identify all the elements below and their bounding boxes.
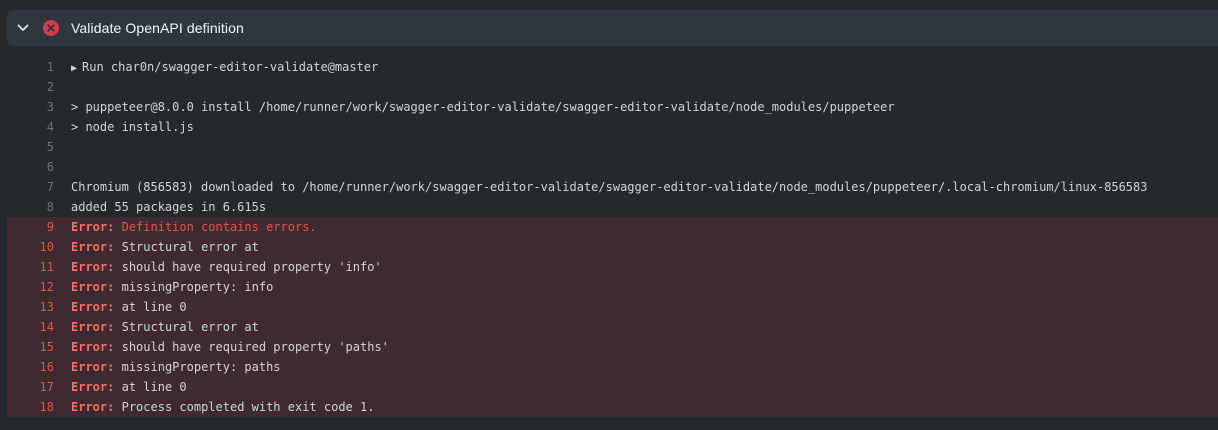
- line-number[interactable]: 9: [7, 217, 54, 237]
- error-prefix: Error:: [71, 380, 115, 394]
- error-message: should have required property 'info': [121, 260, 382, 274]
- line-number[interactable]: 17: [7, 377, 54, 397]
- chevron-down-icon[interactable]: [16, 21, 30, 35]
- error-line: 9 Error: Definition contains errors.: [7, 217, 1218, 237]
- line-number[interactable]: 8: [7, 197, 54, 217]
- error-prefix: Error:: [71, 260, 115, 274]
- error-prefix: Error:: [71, 400, 115, 414]
- line-number[interactable]: 11: [7, 257, 54, 277]
- error-message: Structural error at: [121, 240, 259, 254]
- log-line: 2: [7, 77, 1218, 97]
- error-line: 16 Error: missingProperty: paths: [7, 357, 1218, 377]
- error-line: 15 Error: should have required property …: [7, 337, 1218, 357]
- failed-status-icon: [43, 20, 59, 36]
- error-line: 10 Error: Structural error at: [7, 237, 1218, 257]
- error-prefix: Error:: [71, 280, 115, 294]
- line-number[interactable]: 15: [7, 337, 54, 357]
- error-prefix: Error:: [71, 360, 115, 374]
- log-line[interactable]: 1 ▶ Run char0n/swagger-editor-validate@ma…: [7, 57, 1218, 77]
- line-number[interactable]: 4: [7, 117, 54, 137]
- step-title: Validate OpenAPI definition: [71, 20, 244, 36]
- log-text: > node install.js: [71, 120, 194, 134]
- error-prefix: Error:: [71, 220, 115, 234]
- log-line: 7 Chromium (856583) downloaded to /home/…: [7, 177, 1218, 197]
- error-message: missingProperty: info: [121, 280, 274, 294]
- line-number[interactable]: 5: [7, 137, 54, 157]
- line-number[interactable]: 13: [7, 297, 54, 317]
- log-text: added 55 packages in 6.615s: [71, 200, 267, 214]
- line-number[interactable]: 1: [7, 57, 54, 77]
- error-prefix: Error:: [71, 340, 115, 354]
- error-message: Structural error at: [121, 320, 259, 334]
- error-message: should have required property 'paths': [121, 340, 389, 354]
- log-line: 3 > puppeteer@8.0.0 install /home/runner…: [7, 97, 1218, 117]
- error-message: at line 0: [121, 300, 187, 314]
- error-prefix: Error:: [71, 320, 115, 334]
- log-line: 6: [7, 157, 1218, 177]
- line-number[interactable]: 14: [7, 317, 54, 337]
- error-message: Definition contains errors.: [121, 220, 317, 234]
- line-number[interactable]: 10: [7, 237, 54, 257]
- log-text: > puppeteer@8.0.0 install /home/runner/w…: [71, 100, 895, 114]
- line-number[interactable]: 3: [7, 97, 54, 117]
- expand-caret-icon[interactable]: ▶: [71, 63, 77, 74]
- line-number[interactable]: 2: [7, 77, 54, 97]
- error-prefix: Error:: [71, 240, 115, 254]
- line-number[interactable]: 6: [7, 157, 54, 177]
- log-line: 5: [7, 137, 1218, 157]
- log-text: Chromium (856583) downloaded to /home/ru…: [71, 180, 1148, 194]
- log-line: 4 > node install.js: [7, 117, 1218, 137]
- line-number[interactable]: 18: [7, 397, 54, 417]
- error-line: 18 Error: Process completed with exit co…: [7, 397, 1218, 417]
- step-header[interactable]: Validate OpenAPI definition: [7, 10, 1218, 46]
- log-output: 1 ▶ Run char0n/swagger-editor-validate@ma…: [7, 57, 1218, 417]
- error-line: 17 Error: at line 0: [7, 377, 1218, 397]
- error-line: 14 Error: Structural error at: [7, 317, 1218, 337]
- line-number[interactable]: 16: [7, 357, 54, 377]
- log-line: 8 added 55 packages in 6.615s: [7, 197, 1218, 217]
- error-message: at line 0: [121, 380, 187, 394]
- log-text: Run char0n/swagger-editor-validate@maste…: [82, 60, 379, 74]
- line-number[interactable]: 12: [7, 277, 54, 297]
- error-line: 13 Error: at line 0: [7, 297, 1218, 317]
- error-line: 11 Error: should have required property …: [7, 257, 1218, 277]
- error-prefix: Error:: [71, 300, 115, 314]
- error-message: Process completed with exit code 1.: [121, 400, 375, 414]
- error-line: 12 Error: missingProperty: info: [7, 277, 1218, 297]
- line-number[interactable]: 7: [7, 177, 54, 197]
- error-message: missingProperty: paths: [121, 360, 281, 374]
